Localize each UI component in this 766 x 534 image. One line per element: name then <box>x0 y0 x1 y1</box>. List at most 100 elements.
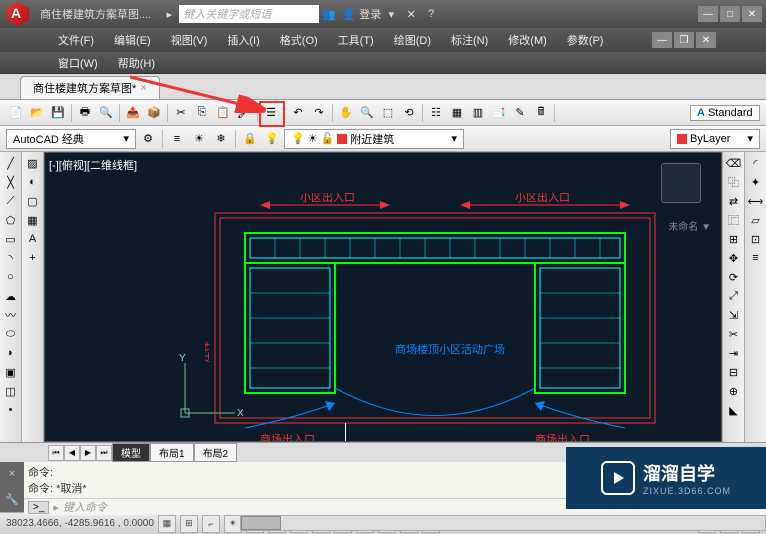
markup-icon[interactable]: ✎ <box>510 103 530 123</box>
ellipsearc-icon[interactable]: ◗ <box>2 344 20 362</box>
block-icon[interactable]: ◫ <box>2 382 20 400</box>
dropdown-icon[interactable]: ▸ <box>160 5 178 23</box>
help-icon[interactable]: ? <box>422 5 440 23</box>
mirror-icon[interactable]: ⇄ <box>725 192 743 210</box>
menu-annotate[interactable]: 标注(N) <box>443 30 496 50</box>
layer-dropdown[interactable]: 💡 ☀ 🔓 附近建筑 ▾ <box>284 129 464 149</box>
menu-format[interactable]: 格式(O) <box>272 30 326 50</box>
exchange-icon[interactable]: ✕ <box>402 5 420 23</box>
rotate-icon[interactable]: ⟳ <box>725 268 743 286</box>
layer-props-icon[interactable]: ≡ <box>167 129 187 149</box>
cmd-prompt-icon[interactable]: >_ <box>28 501 49 514</box>
menu-edit[interactable]: 编辑(E) <box>106 30 159 50</box>
gradient-icon[interactable]: ◐ <box>24 173 42 191</box>
array-icon[interactable]: ⊞ <box>725 230 743 248</box>
rectangle-icon[interactable]: ▭ <box>2 230 20 248</box>
cmd-close-icon[interactable]: × <box>9 468 15 480</box>
menu-help[interactable]: 帮助(H) <box>110 53 163 73</box>
revcloud-icon[interactable]: ☁ <box>2 287 20 305</box>
pline-icon[interactable]: ⟋ <box>2 192 20 210</box>
mtext-icon[interactable]: A <box>24 230 42 248</box>
zoom-icon[interactable]: 🔍 <box>357 103 377 123</box>
tab-layout2[interactable]: 布局2 <box>194 443 238 462</box>
signin-icon[interactable]: 👤 <box>340 5 358 23</box>
scale-icon[interactable]: ⤢ <box>725 287 743 305</box>
chamfer-icon[interactable]: ◣ <box>725 401 743 419</box>
layer-filter-icon[interactable]: ❄ <box>211 129 231 149</box>
menu-modify[interactable]: 修改(M) <box>500 30 555 50</box>
arc-icon[interactable]: ◝ <box>2 249 20 267</box>
bylayer-dropdown[interactable]: ByLayer ▾ <box>670 129 760 149</box>
stretch-icon[interactable]: ⇲ <box>725 306 743 324</box>
toolpalette-icon[interactable]: ▥ <box>468 103 488 123</box>
cmd-wrench-icon[interactable]: 🔧 <box>5 493 19 506</box>
tab-first-icon[interactable]: ⏮ <box>48 445 64 461</box>
spline-icon[interactable]: 〰 <box>2 306 20 324</box>
extend-icon[interactable]: ⇥ <box>725 344 743 362</box>
menu-insert[interactable]: 插入(I) <box>219 30 267 50</box>
explode-icon[interactable]: ✦ <box>747 173 765 191</box>
ws-settings-icon[interactable]: ⚙ <box>138 129 158 149</box>
open-icon[interactable]: 📂 <box>27 103 47 123</box>
snap-icon[interactable]: ▦ <box>158 515 176 533</box>
doc-restore-button[interactable]: ❐ <box>674 32 694 48</box>
designcenter-icon[interactable]: ▦ <box>447 103 467 123</box>
move-icon[interactable]: ✥ <box>725 249 743 267</box>
qselect-icon[interactable]: ⊡ <box>747 230 765 248</box>
xline-icon[interactable]: ╳ <box>2 173 20 191</box>
calc-icon[interactable]: 🖩 <box>531 103 551 123</box>
break-icon[interactable]: ⊟ <box>725 363 743 381</box>
tab-prev-icon[interactable]: ◀ <box>64 445 80 461</box>
layeriso-icon[interactable]: 🔒 <box>240 129 260 149</box>
search-input[interactable]: 键入关键字或短语 <box>179 5 319 23</box>
dropdown2-icon[interactable]: ▾ <box>382 5 400 23</box>
ellipse-icon[interactable]: ⬭ <box>2 325 20 343</box>
area-icon[interactable]: ▱ <box>747 211 765 229</box>
zoomwin-icon[interactable]: ⬚ <box>378 103 398 123</box>
command-input[interactable]: 键入命令 <box>63 499 107 515</box>
layer-states-icon[interactable]: ☀ <box>189 129 209 149</box>
search-icon[interactable]: 👥 <box>320 5 338 23</box>
insert-icon[interactable]: ▣ <box>2 363 20 381</box>
zoomprev-icon[interactable]: ⟲ <box>399 103 419 123</box>
preview-icon[interactable]: 🔍 <box>96 103 116 123</box>
tab-model[interactable]: 模型 <box>112 443 150 462</box>
drawing-canvas[interactable]: [-][俯视][二维线框] X Y 未命名 ▼ 小区出入口 小区出入口 <box>44 152 722 442</box>
point-icon[interactable]: • <box>2 401 20 419</box>
hatch-icon[interactable]: ▨ <box>24 154 42 172</box>
tab-last-icon[interactable]: ⏭ <box>96 445 112 461</box>
workspace-dropdown[interactable]: AutoCAD 经典 ▾ <box>6 129 136 149</box>
circle-icon[interactable]: ○ <box>2 268 20 286</box>
tab-layout1[interactable]: 布局1 <box>150 443 194 462</box>
region-icon[interactable]: ▢ <box>24 192 42 210</box>
addselected-icon[interactable]: + <box>24 249 42 267</box>
layeron-icon[interactable]: 💡 <box>262 129 282 149</box>
style-dropdown[interactable]: A Standard <box>690 105 760 121</box>
tab-next-icon[interactable]: ▶ <box>80 445 96 461</box>
menu-tools[interactable]: 工具(T) <box>330 30 382 50</box>
menu-draw[interactable]: 绘图(D) <box>386 30 439 50</box>
sheetset-icon[interactable]: 📑 <box>489 103 509 123</box>
polygon-icon[interactable]: ⬠ <box>2 211 20 229</box>
join-icon[interactable]: ⊕ <box>725 382 743 400</box>
dist-icon[interactable]: ⟷ <box>747 192 765 210</box>
offset-icon[interactable]: ⿸ <box>725 211 743 229</box>
viewcube-label[interactable]: 未命名 ▼ <box>668 218 711 233</box>
menu-view[interactable]: 视图(V) <box>163 30 216 50</box>
menu-file[interactable]: 文件(F) <box>50 30 102 50</box>
menu-window[interactable]: 窗口(W) <box>50 53 106 73</box>
menu-param[interactable]: 参数(P) <box>559 30 612 50</box>
copy2-icon[interactable]: ⿻ <box>725 173 743 191</box>
doc-close-button[interactable]: ✕ <box>696 32 716 48</box>
draworder-icon[interactable]: ≡ <box>747 249 765 267</box>
h-scrollbar[interactable] <box>240 515 766 531</box>
print-icon[interactable]: 🖶 <box>75 103 95 123</box>
save-icon[interactable]: 💾 <box>48 103 68 123</box>
fillet-icon[interactable]: ◜ <box>747 154 765 172</box>
new-icon[interactable]: 📄 <box>6 103 26 123</box>
line-icon[interactable]: ╱ <box>2 154 20 172</box>
grid-icon[interactable]: ⊞ <box>180 515 198 533</box>
properties-icon[interactable]: ☷ <box>426 103 446 123</box>
erase-icon[interactable]: ⌫ <box>725 154 743 172</box>
doc-minimize-button[interactable]: — <box>652 32 672 48</box>
